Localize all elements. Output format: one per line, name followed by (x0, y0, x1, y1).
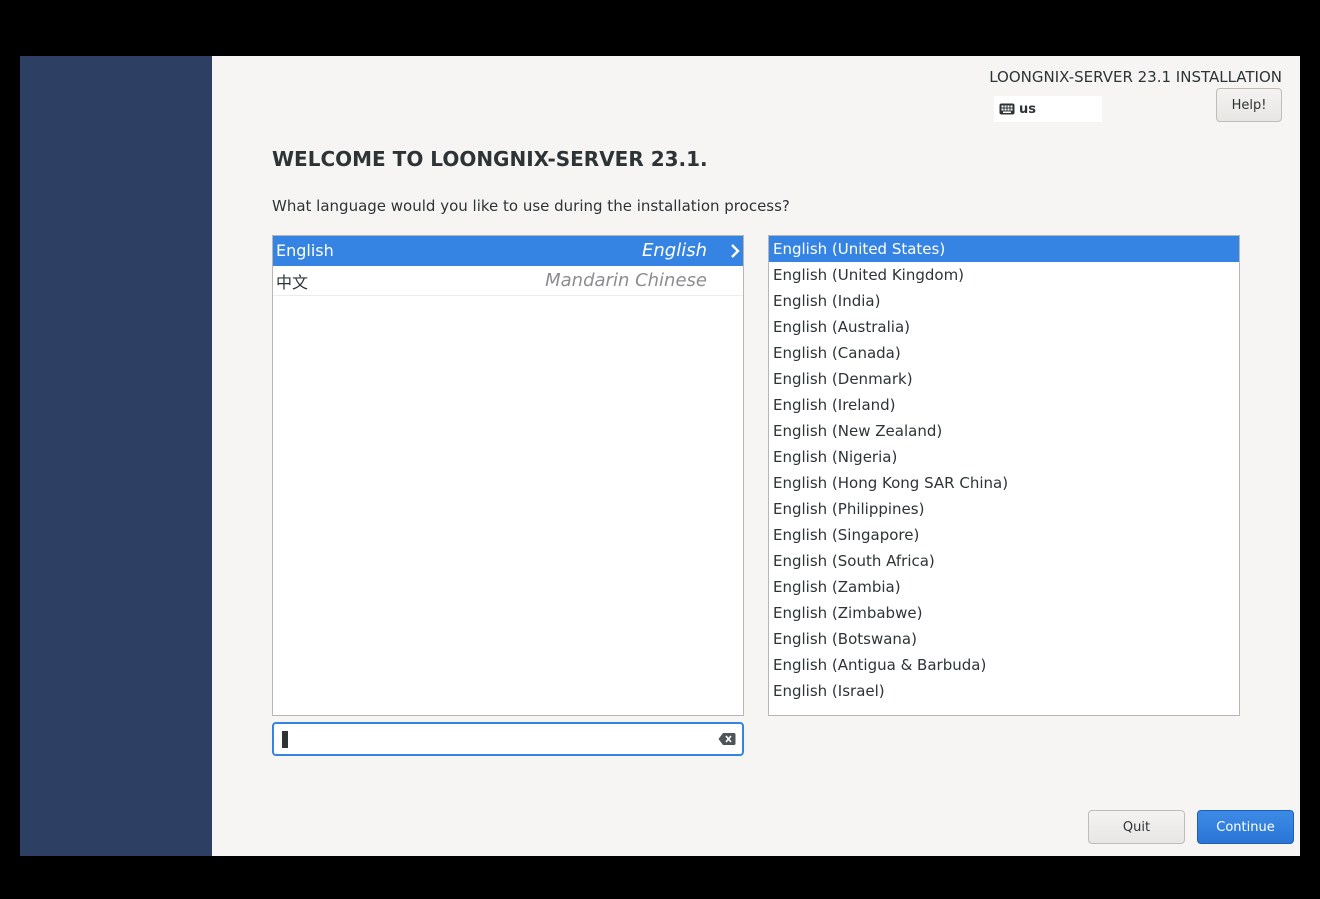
language-list[interactable]: English English 中文 Mandarin Chinese (272, 235, 744, 716)
quit-button[interactable]: Quit (1088, 810, 1185, 844)
locale-item[interactable]: English (Zimbabwe) (769, 600, 1239, 626)
locale-item[interactable]: English (New Zealand) (769, 418, 1239, 444)
locale-item[interactable]: English (India) (769, 288, 1239, 314)
help-button[interactable]: Help! (1216, 88, 1282, 122)
sidebar (20, 56, 212, 856)
installer-window: LOONGNIX-SERVER 23.1 INSTALLATION us Hel… (20, 56, 1300, 856)
locale-item[interactable]: English (South Africa) (769, 548, 1239, 574)
locale-item[interactable]: English (United Kingdom) (769, 262, 1239, 288)
locale-item[interactable]: English (Denmark) (769, 366, 1239, 392)
language-native-name: English (276, 241, 334, 260)
locale-list[interactable]: English (United States) English (United … (768, 235, 1240, 716)
chevron-right-icon (731, 244, 740, 258)
locale-item[interactable]: English (Antigua & Barbuda) (769, 652, 1239, 678)
continue-button[interactable]: Continue (1197, 810, 1294, 844)
page-title: WELCOME TO LOONGNIX-SERVER 23.1. (272, 147, 708, 171)
locale-item[interactable]: English (Zambia) (769, 574, 1239, 600)
locale-item[interactable]: English (Israel) (769, 678, 1239, 704)
language-item-chinese[interactable]: 中文 Mandarin Chinese (273, 266, 743, 296)
language-english-name: English (642, 240, 707, 261)
locale-item[interactable]: English (Nigeria) (769, 444, 1239, 470)
language-item-english[interactable]: English English (273, 236, 743, 266)
locale-item[interactable]: English (Australia) (769, 314, 1239, 340)
clear-text-icon[interactable] (718, 732, 736, 746)
language-native-name: 中文 (276, 272, 309, 292)
locale-item[interactable]: English (Hong Kong SAR China) (769, 470, 1239, 496)
locale-item[interactable]: English (United States) (769, 236, 1239, 262)
keyboard-icon (999, 103, 1015, 115)
keyboard-layout-indicator[interactable]: us (994, 96, 1102, 122)
locale-item[interactable]: English (Canada) (769, 340, 1239, 366)
product-title: LOONGNIX-SERVER 23.1 INSTALLATION (989, 68, 1282, 86)
locale-item[interactable]: English (Singapore) (769, 522, 1239, 548)
language-search-field[interactable] (272, 722, 744, 756)
locale-item[interactable]: English (Philippines) (769, 496, 1239, 522)
language-english-name: Mandarin Chinese (545, 270, 707, 291)
locale-item[interactable]: English (Ireland) (769, 392, 1239, 418)
locale-item[interactable]: English (Botswana) (769, 626, 1239, 652)
language-prompt: What language would you like to use duri… (272, 197, 790, 215)
keyboard-layout-label: us (1019, 101, 1036, 117)
search-input[interactable] (282, 728, 706, 752)
